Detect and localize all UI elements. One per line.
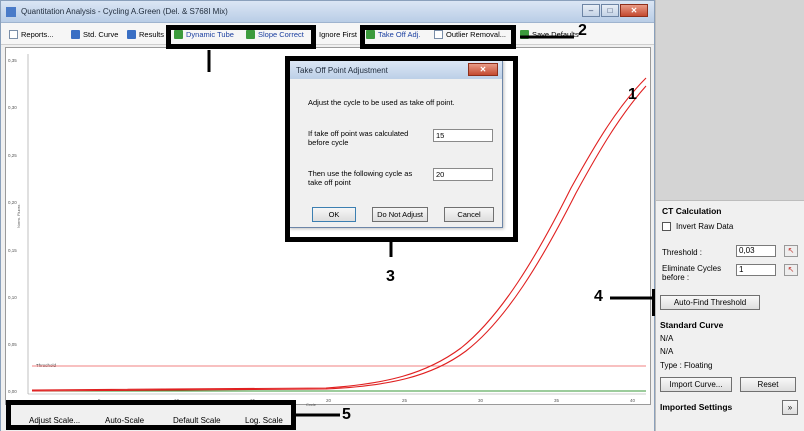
field2-label: Then use the following cycle as take off…	[308, 169, 413, 187]
field1-label: If take off point was calculated before …	[308, 129, 409, 147]
import-curve-button[interactable]: Import Curve...	[660, 377, 732, 392]
reports-icon	[9, 30, 18, 39]
dialog-title: Take Off Point Adjustment	[296, 66, 388, 75]
window-title: Quantitation Analysis - Cycling A.Green …	[21, 7, 228, 16]
dynamic-tube-button[interactable]: Dynamic Tube	[174, 28, 234, 41]
callout-4: 4	[594, 288, 603, 305]
app-icon	[6, 7, 16, 17]
dynamic-tube-icon	[174, 30, 183, 39]
callout-3: 3	[386, 268, 395, 285]
scale-toolbar: Adjust Scale... Auto-Scale Default Scale…	[1, 406, 654, 431]
take-off-adj-icon	[366, 30, 375, 39]
panel-divider	[656, 200, 804, 201]
toolbar: Reports... Std. Curve Results Dynamic Tu…	[1, 23, 654, 45]
callout-2: 2	[578, 22, 587, 39]
std-curve-type: Type : Floating	[660, 361, 713, 370]
save-defaults-icon	[520, 30, 529, 39]
maximize-button[interactable]: □	[601, 4, 619, 17]
field1-input[interactable]: 15	[433, 129, 493, 142]
auto-find-threshold-button[interactable]: Auto-Find Threshold	[660, 295, 760, 310]
close-button[interactable]: ✕	[620, 4, 648, 17]
invert-raw-data-label: Invert Raw Data	[676, 222, 734, 231]
expand-imported-button[interactable]: »	[782, 400, 798, 415]
threshold-pick-icon[interactable]: ↖	[784, 245, 798, 257]
reports-button[interactable]: Reports...	[9, 28, 54, 41]
ignore-first-button[interactable]: Ignore First	[319, 28, 357, 41]
field2-input[interactable]: 20	[433, 168, 493, 181]
std-curve-value-1: N/A	[660, 334, 674, 343]
auto-scale-button[interactable]: Auto-Scale	[105, 416, 144, 425]
slope-correct-button[interactable]: Slope Correct	[246, 28, 304, 41]
callout-5: 5	[342, 406, 351, 423]
take-off-point-dialog: Take Off Point Adjustment ✕ Adjust the c…	[289, 60, 503, 228]
title-bar[interactable]: Quantitation Analysis - Cycling A.Green …	[1, 1, 654, 23]
standard-curve-heading: Standard Curve	[660, 320, 724, 330]
ct-calculation-heading: CT Calculation	[662, 206, 722, 216]
reset-button[interactable]: Reset	[740, 377, 796, 392]
default-scale-button[interactable]: Default Scale	[173, 416, 221, 425]
callout-1: 1	[628, 86, 637, 103]
std-curve-icon	[71, 30, 80, 39]
do-not-adjust-button[interactable]: Do Not Adjust	[372, 207, 428, 222]
right-panel: CT Calculation Invert Raw Data Threshold…	[655, 0, 804, 431]
dialog-close-button[interactable]: ✕	[468, 63, 498, 76]
log-scale-button[interactable]: Log. Scale	[245, 416, 283, 425]
invert-raw-data-checkbox[interactable]	[662, 222, 671, 231]
eliminate-cycles-label: Eliminate Cycles before :	[662, 264, 722, 282]
eliminate-pick-icon[interactable]: ↖	[784, 264, 798, 276]
adjust-scale-button[interactable]: Adjust Scale...	[29, 416, 80, 425]
dialog-title-bar[interactable]: Take Off Point Adjustment ✕	[290, 61, 502, 79]
threshold-label: Threshold :	[662, 248, 703, 257]
minimize-button[interactable]: –	[582, 4, 600, 17]
threshold-input[interactable]: 0,03	[736, 245, 776, 257]
save-defaults-button[interactable]: Save Defaults	[520, 28, 579, 41]
right-panel-empty-area	[656, 0, 804, 200]
results-icon	[127, 30, 136, 39]
results-button[interactable]: Results	[127, 28, 164, 41]
outlier-removal-button[interactable]: Outlier Removal...	[434, 28, 506, 41]
std-curve-button[interactable]: Std. Curve	[71, 28, 118, 41]
std-curve-value-2: N/A	[660, 347, 674, 356]
outlier-removal-icon	[434, 30, 443, 39]
cancel-button[interactable]: Cancel	[444, 207, 494, 222]
slope-correct-icon	[246, 30, 255, 39]
imported-settings-heading: Imported Settings	[660, 402, 733, 412]
ok-button[interactable]: OK	[312, 207, 356, 222]
take-off-adj-button[interactable]: Take Off Adj.	[366, 28, 420, 41]
eliminate-cycles-input[interactable]: 1	[736, 264, 776, 276]
dialog-instruction: Adjust the cycle to be used as take off …	[308, 98, 455, 107]
